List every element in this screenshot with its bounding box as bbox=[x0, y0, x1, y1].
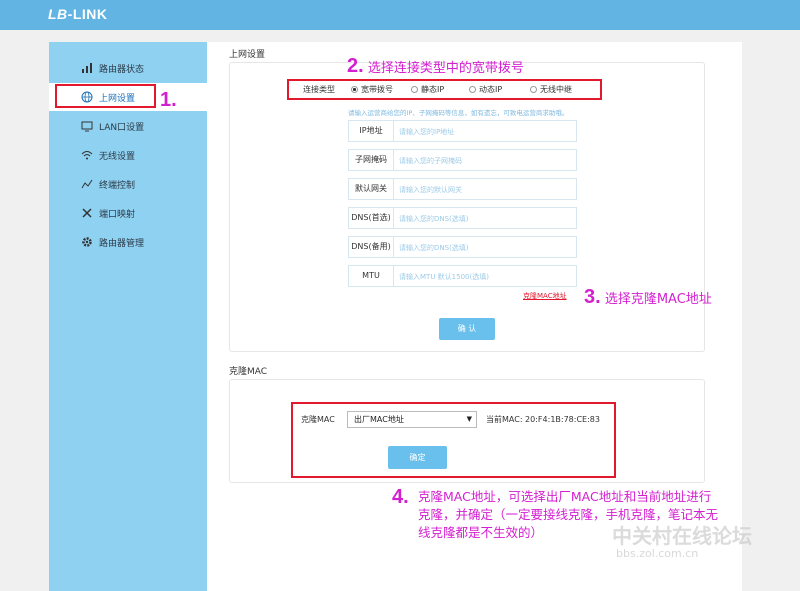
confirm-button[interactable]: 确 认 bbox=[439, 318, 495, 340]
clone-mac-link[interactable]: 克隆MAC地址 bbox=[523, 291, 567, 301]
monitor-icon bbox=[81, 120, 93, 132]
sidebar-item-label: 路由器管理 bbox=[99, 236, 144, 249]
field-placeholder: 请输入您的子网掩码 bbox=[399, 156, 462, 166]
sidebar-item-label: LAN口设置 bbox=[99, 120, 144, 133]
highlight-clone-mac bbox=[291, 402, 616, 478]
annotation-step-2: 2. 选择连接类型中的宽带拨号 bbox=[347, 55, 524, 78]
chart-icon bbox=[81, 178, 93, 190]
subnet-mask-field[interactable]: 子网掩码请输入您的子网掩码 bbox=[348, 149, 577, 171]
sidebar-item-label: 无线设置 bbox=[99, 149, 135, 162]
internet-section-title: 上网设置 bbox=[229, 47, 265, 60]
field-placeholder: 请输入您的DNS(选填) bbox=[399, 214, 469, 224]
settings-hint: 请输入运营商给您的IP、子网掩码等信息，如有遗忘，可致电运营商求助哦。 bbox=[348, 107, 568, 117]
gateway-field[interactable]: 默认网关请输入您的默认网关 bbox=[348, 178, 577, 200]
highlight-connection-type bbox=[287, 79, 602, 100]
sidebar-item-terminal[interactable]: 终端控制 bbox=[49, 170, 207, 198]
sidebar-item-label: 终端控制 bbox=[99, 178, 135, 191]
sidebar-item-port-mapping[interactable]: 端口映射 bbox=[49, 199, 207, 227]
field-label: MTU bbox=[349, 266, 394, 286]
field-placeholder: 请输入您的默认网关 bbox=[399, 185, 462, 195]
field-label: IP地址 bbox=[349, 121, 394, 141]
annotation-step-1: 1. bbox=[160, 89, 177, 112]
watermark-text: 中关村在线论坛 bbox=[612, 520, 752, 549]
tools-icon bbox=[81, 207, 93, 219]
sidebar-item-router-management[interactable]: 路由器管理 bbox=[49, 228, 207, 256]
signal-bars-icon bbox=[81, 62, 93, 74]
field-label: 子网掩码 bbox=[349, 150, 394, 170]
sidebar-item-label: 路由器状态 bbox=[99, 62, 144, 75]
mtu-field[interactable]: MTU 请输入MTU 默认1500(选填) bbox=[348, 265, 577, 287]
sidebar-item-label: 端口映射 bbox=[99, 207, 135, 220]
brand-logo: LB-LINK bbox=[48, 6, 108, 22]
highlight-sidebar-internet bbox=[55, 84, 156, 108]
field-placeholder: 请输入您的IP地址 bbox=[399, 127, 454, 137]
field-label: DNS(备用) bbox=[349, 237, 394, 257]
sidebar-item-lan[interactable]: LAN口设置 bbox=[49, 112, 207, 140]
dns-secondary-field[interactable]: DNS(备用) 请输入您的DNS(选填) bbox=[348, 236, 577, 258]
wifi-icon bbox=[81, 149, 93, 161]
field-label: DNS(首选) bbox=[349, 208, 394, 228]
gear-icon bbox=[81, 236, 93, 248]
annotation-step-3: 3. 选择克隆MAC地址 bbox=[584, 286, 712, 309]
sidebar-item-wireless[interactable]: 无线设置 bbox=[49, 141, 207, 169]
top-bar: LB-LINK bbox=[0, 0, 800, 30]
sidebar-item-router-status[interactable]: 路由器状态 bbox=[49, 54, 207, 82]
sidebar: 路由器状态 上网设置 LAN口设置 无线设置 终端控制 端口映射 路由器管理 bbox=[49, 42, 207, 591]
clone-section-title: 克隆MAC bbox=[229, 364, 267, 377]
field-placeholder: 请输入您的DNS(选填) bbox=[399, 243, 469, 253]
ip-address-field[interactable]: IP地址请输入您的IP地址 bbox=[348, 120, 577, 142]
watermark-url: bbs.zol.com.cn bbox=[616, 547, 698, 560]
field-label: 默认网关 bbox=[349, 179, 394, 199]
field-placeholder: 请输入MTU 默认1500(选填) bbox=[399, 272, 489, 282]
dns-primary-field[interactable]: DNS(首选) 请输入您的DNS(选填) bbox=[348, 207, 577, 229]
